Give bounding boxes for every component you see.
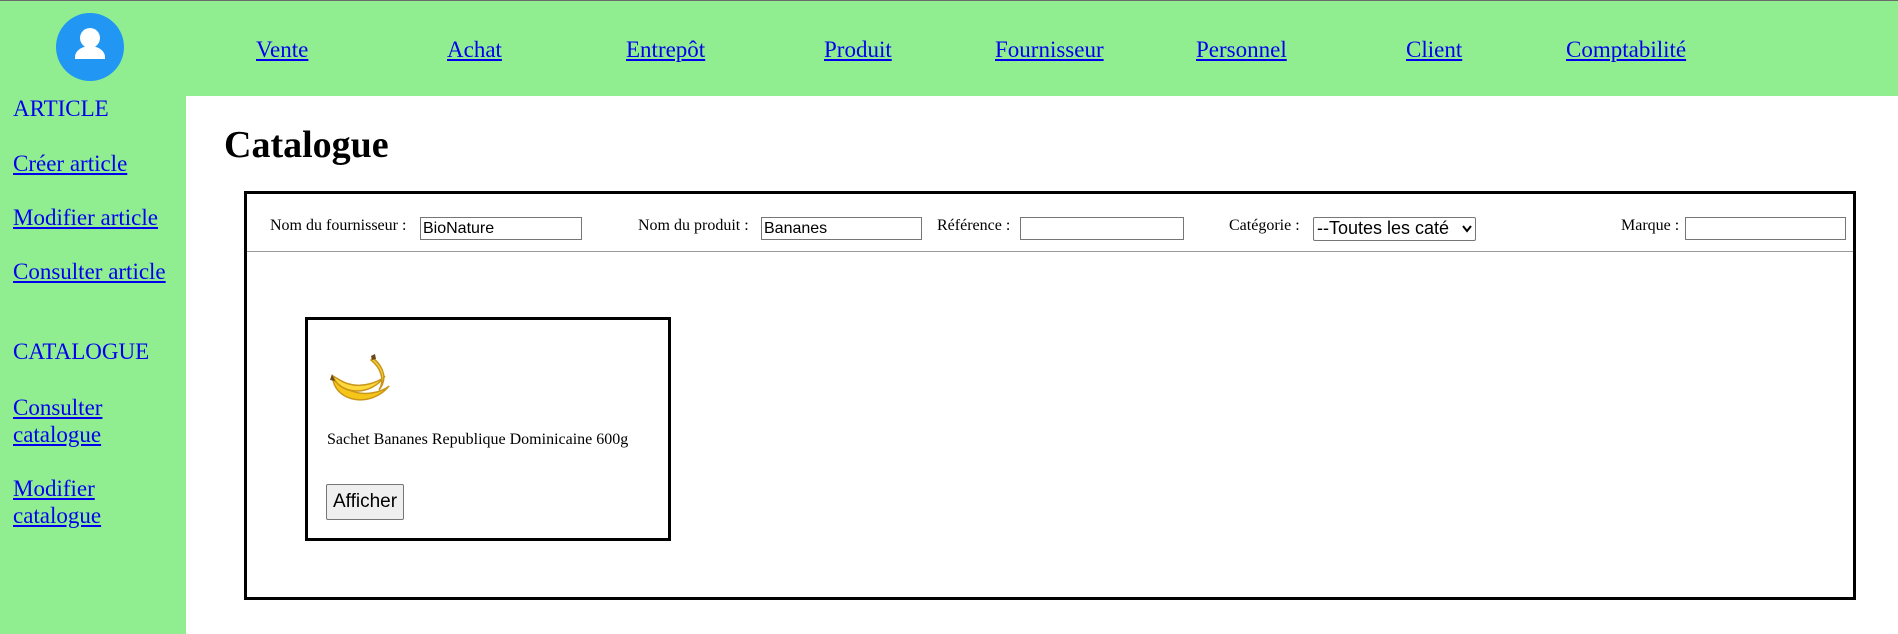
chevron-down-icon (1462, 225, 1472, 233)
category-label: Catégorie : (1229, 217, 1300, 234)
product-label: Nom du produit : (638, 217, 749, 234)
brand-label: Marque : (1621, 217, 1680, 234)
nav-link-client[interactable]: Client (1406, 37, 1462, 63)
brand-input[interactable] (1685, 217, 1846, 240)
nav-link-achat[interactable]: Achat (447, 37, 502, 63)
product-name: Sachet Bananes Republique Dominicaine 60… (327, 431, 629, 448)
nav-link-personnel[interactable]: Personnel (1196, 37, 1287, 63)
nav-link-fournisseur[interactable]: Fournisseur (995, 37, 1104, 63)
top-nav-bar: Vente Achat Entrepôt Produit Fournisseur… (0, 0, 1898, 96)
sidebar-heading-catalogue: CATALOGUE (13, 339, 150, 364)
sidebar-item-creer-article[interactable]: Créer article (13, 150, 183, 177)
user-avatar-icon[interactable] (56, 13, 124, 81)
reference-input[interactable] (1020, 217, 1184, 240)
nav-link-entrepot[interactable]: Entrepôt (626, 37, 705, 63)
page-title: Catalogue (224, 124, 389, 166)
nav-link-comptabilite[interactable]: Comptabilité (1566, 37, 1686, 63)
sidebar: ARTICLE Créer article Modifier article C… (0, 96, 186, 634)
supplier-input[interactable] (420, 217, 582, 240)
sidebar-item-modifier-article[interactable]: Modifier article (13, 204, 183, 231)
nav-link-vente[interactable]: Vente (256, 37, 308, 63)
afficher-button[interactable]: Afficher (326, 484, 405, 520)
sidebar-item-consulter-article[interactable]: Consulter article (13, 258, 183, 285)
product-input[interactable] (761, 217, 922, 240)
banana-icon (330, 354, 390, 401)
reference-label: Référence : (937, 217, 1011, 234)
category-select[interactable]: --Toutes les caté (1313, 217, 1476, 241)
nav-link-produit[interactable]: Produit (824, 37, 892, 63)
filter-row: Nom du fournisseur : Nom du produit : Ré… (247, 194, 1853, 252)
catalogue-panel: Nom du fournisseur : Nom du produit : Ré… (244, 191, 1856, 600)
product-card: Sachet Bananes Republique Dominicaine 60… (305, 317, 671, 541)
supplier-label: Nom du fournisseur : (270, 217, 407, 234)
sidebar-item-consulter-catalogue[interactable]: Consulter catalogue (13, 394, 183, 448)
category-select-value: --Toutes les caté (1317, 218, 1450, 238)
sidebar-heading-article: ARTICLE (13, 96, 109, 121)
sidebar-item-modifier-catalogue[interactable]: Modifier catalogue (13, 475, 183, 529)
